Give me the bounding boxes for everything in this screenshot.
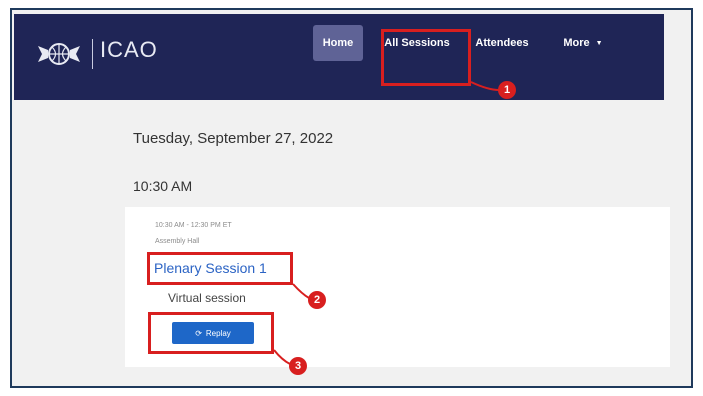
session-location: Assembly Hall: [155, 238, 200, 245]
logo-divider: [92, 39, 93, 69]
annotation-marker-3: 3: [289, 357, 307, 375]
nav-more-label: More: [563, 37, 590, 49]
annotation-marker-1: 1: [498, 81, 516, 99]
nav-home-link[interactable]: Home: [313, 25, 363, 61]
highlight-box-all-sessions: [381, 29, 471, 86]
highlight-box-session-title: [147, 252, 293, 285]
session-type-label: Virtual session: [168, 291, 246, 305]
schedule-date-heading: Tuesday, September 27, 2022: [133, 130, 334, 147]
nav-attendees-link[interactable]: Attendees: [462, 25, 542, 61]
annotation-marker-2: 2: [308, 291, 326, 309]
session-time-range: 10:30 AM - 12:30 PM ET: [155, 222, 232, 229]
highlight-box-replay: [148, 312, 274, 354]
nav-more-menu[interactable]: More ▼: [548, 25, 618, 61]
logo-text[interactable]: ICAO: [100, 37, 158, 63]
chevron-down-icon: ▼: [595, 39, 603, 47]
icao-emblem-icon[interactable]: [36, 34, 82, 74]
time-slot-heading: 10:30 AM: [133, 178, 193, 194]
